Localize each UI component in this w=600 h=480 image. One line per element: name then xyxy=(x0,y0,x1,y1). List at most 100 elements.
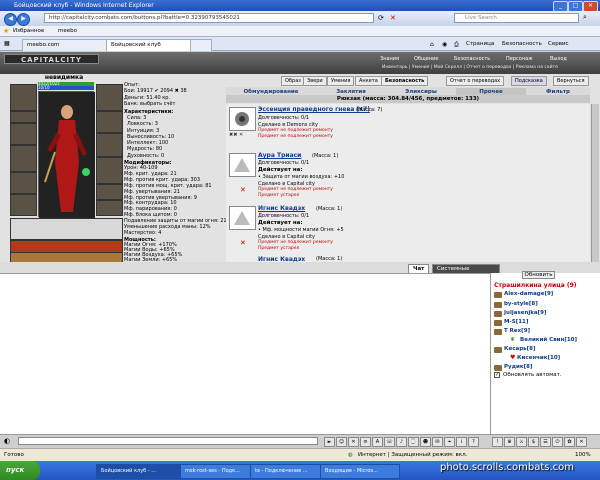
private-icon[interactable]: ☏ xyxy=(384,437,395,447)
forward-icon[interactable]: ▶ xyxy=(17,13,30,26)
button-return[interactable]: Вернуться xyxy=(553,76,589,86)
user-item[interactable]: M-S[11] xyxy=(504,319,528,325)
delete-icon[interactable]: ✕ xyxy=(240,239,246,247)
search-input[interactable]: Live Search xyxy=(454,13,579,23)
inventory-scrollbar[interactable] xyxy=(591,104,599,262)
belt-slot[interactable] xyxy=(10,194,37,216)
help-icon[interactable]: ? xyxy=(468,437,479,447)
refresh-button[interactable]: Обновить xyxy=(522,271,555,279)
page-menu[interactable]: Страница xyxy=(466,40,494,49)
gloves-slot[interactable] xyxy=(96,84,123,111)
shop-icon[interactable]: $ xyxy=(528,437,539,447)
helmet-slot[interactable] xyxy=(10,84,37,111)
inventory-item[interactable]: ✕ Аура Триаси (Масса: 1) Долговечность: … xyxy=(226,150,590,204)
nav-communication[interactable]: Общение xyxy=(414,56,438,62)
stop-icon[interactable]: ✕ xyxy=(390,14,396,22)
button-transfer-report[interactable]: Отчет о переводах xyxy=(446,76,505,86)
armor-slot[interactable] xyxy=(10,172,37,194)
history-icon[interactable]: ⌚ xyxy=(408,437,419,447)
translit-icon[interactable]: A xyxy=(372,437,383,447)
button-security[interactable]: Безопасность xyxy=(381,76,429,86)
security-zone[interactable]: Интернет | Защищенный режим: вкл. xyxy=(358,449,467,461)
inventory-item[interactable]: ✖✖ ✕ Эссенция праведного гнева (x7) (Мас… xyxy=(226,104,590,151)
map-icon[interactable]: ⌖ xyxy=(444,437,455,447)
start-button[interactable]: пуск xyxy=(0,461,40,480)
chat-settings-icon[interactable]: ◐ xyxy=(4,437,10,445)
tools-menu[interactable]: Сервис xyxy=(548,40,569,49)
exit-tool-icon[interactable]: ✕ xyxy=(576,437,587,447)
chat-messages-area[interactable] xyxy=(0,273,490,434)
bracer-slot[interactable] xyxy=(96,111,123,133)
clear-icon[interactable]: ✕ xyxy=(348,437,359,447)
battle-icon[interactable]: ⚔ xyxy=(516,437,527,447)
weapon-slot[interactable] xyxy=(10,145,37,172)
sound-icon[interactable]: ♪ xyxy=(396,437,407,447)
quest-icon[interactable]: ! xyxy=(492,437,503,447)
user-item[interactable]: Великий Свин[10] xyxy=(520,337,577,343)
ring-slot[interactable] xyxy=(96,133,123,157)
tab-meebo[interactable]: meebo.com xyxy=(22,39,114,51)
filter-icon[interactable]: ≡ xyxy=(360,437,371,447)
button-pets[interactable]: Звери xyxy=(303,76,327,86)
button-profile[interactable]: Анкета xyxy=(355,76,382,86)
item-actions-icon[interactable]: ✖✖ ✕ xyxy=(229,132,243,138)
favorites-label[interactable]: Избранное xyxy=(13,28,44,34)
character-portrait[interactable] xyxy=(38,91,95,218)
user-item[interactable]: Alex-damage[9] xyxy=(504,291,553,297)
info-icon[interactable]: i xyxy=(456,437,467,447)
auto-refresh-checkbox[interactable]: ✓ xyxy=(494,372,500,378)
button-skills[interactable]: Умения xyxy=(327,76,355,86)
taskbar-item[interactable]: te - Подключение ... xyxy=(250,464,324,479)
print-icon[interactable]: ⎙ xyxy=(454,40,459,49)
button-hint[interactable]: Подсказка xyxy=(511,76,547,86)
item-name[interactable]: Эссенция праведного гнева (x7) xyxy=(258,106,370,113)
pants-slot[interactable] xyxy=(96,184,123,200)
taskbar-item[interactable]: Бойцовский клуб - ... xyxy=(96,464,184,479)
nav-exit[interactable]: Выход xyxy=(550,56,567,62)
smiles-icon[interactable]: ☺ xyxy=(336,437,347,447)
home-icon[interactable]: ⌂ xyxy=(430,40,434,49)
user-item[interactable]: Кесарь[8] xyxy=(504,346,535,352)
user-item[interactable]: T Rex[9] xyxy=(504,328,530,334)
refresh-icon[interactable]: ⟳ xyxy=(378,14,384,22)
forum-icon[interactable]: ☰ xyxy=(540,437,551,447)
security-menu[interactable]: Безопасность xyxy=(502,40,542,49)
feeds-icon[interactable]: ◉ xyxy=(442,40,447,49)
tab-list-icon[interactable]: ▦ xyxy=(4,40,10,47)
necklace-slot[interactable] xyxy=(10,123,37,145)
mail-icon[interactable]: ✉ xyxy=(432,437,443,447)
user-item[interactable]: by-style[8] xyxy=(504,301,538,307)
user-item[interactable]: Рудик[8] xyxy=(504,364,533,370)
user-item[interactable]: Кисенчик[10] xyxy=(517,355,560,361)
zoom-level[interactable]: 100% xyxy=(575,449,591,461)
tab-combats[interactable]: Бойцовский клуб xyxy=(106,39,198,51)
inventory-item[interactable]: ✕ Игнис Квадэх (Масса: 1) Долговечность:… xyxy=(226,203,590,257)
taskbar-item[interactable]: msk-rost-ses - Подк... xyxy=(180,464,254,479)
boots-slot[interactable] xyxy=(96,200,123,216)
address-input[interactable]: http://capitalcity.combats.com/buttons.p… xyxy=(44,13,374,23)
back-icon[interactable]: ◀ xyxy=(4,13,17,26)
logout-icon[interactable]: ⏻ xyxy=(552,437,563,447)
chat-input[interactable] xyxy=(18,437,318,445)
item-name[interactable]: Игнис Квадэх xyxy=(258,205,305,212)
nav-knowledge[interactable]: Знания xyxy=(380,56,399,62)
send-icon[interactable]: ► xyxy=(324,437,335,447)
user-item[interactable]: Juljasenjka[9] xyxy=(504,310,546,316)
clan-tool-icon[interactable]: ♛ xyxy=(504,437,515,447)
location-title[interactable]: Страшилкина улица (9) xyxy=(494,282,577,289)
favorites-link-meebo[interactable]: meebo xyxy=(58,28,77,34)
nav-character[interactable]: Персонаж xyxy=(506,56,533,62)
earring-slot[interactable] xyxy=(10,111,37,123)
quick-slots-row[interactable] xyxy=(10,218,123,240)
stat-bank[interactable]: Банк: выбрать счёт xyxy=(124,101,187,107)
taskbar-item[interactable]: Входящие - Micros... xyxy=(320,464,400,479)
nav-security[interactable]: Безопасность xyxy=(454,56,490,62)
drop-icon[interactable]: ✿ xyxy=(564,437,575,447)
delete-icon[interactable]: ✕ xyxy=(240,186,246,194)
button-image[interactable]: Образ xyxy=(281,76,305,86)
game-subnav[interactable]: Инвентарь | Умения | Мой Скролл | Отчет … xyxy=(382,65,558,70)
shield-slot[interactable] xyxy=(96,157,123,184)
new-tab-button[interactable] xyxy=(190,39,212,51)
search-icon[interactable]: ⌕ xyxy=(583,13,587,22)
friends-icon[interactable]: ☻ xyxy=(420,437,431,447)
